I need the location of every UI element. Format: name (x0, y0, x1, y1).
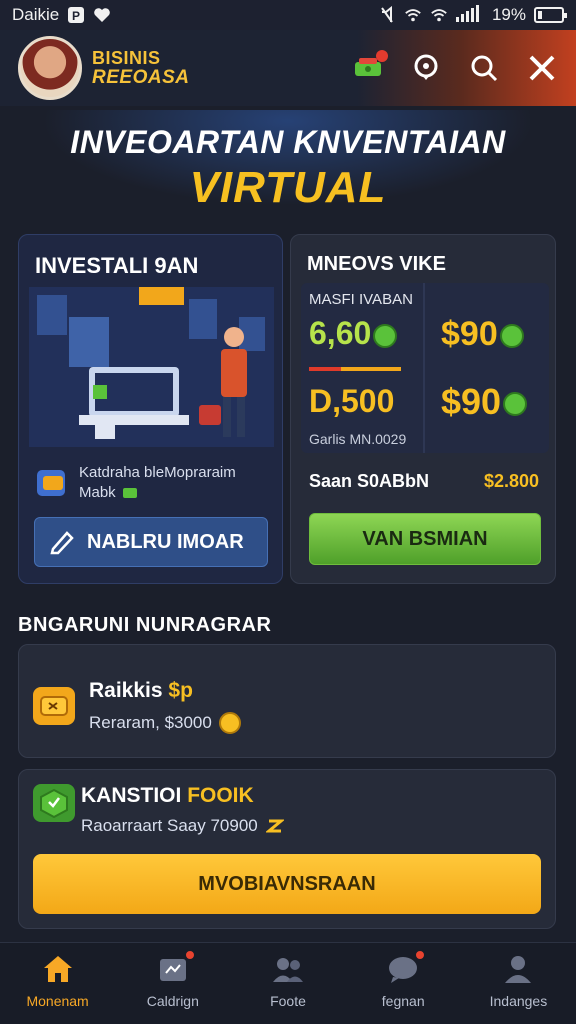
hero-title: INVEOARTAN KNVENTAIAN (70, 124, 506, 160)
price-value-d: $90 (441, 381, 528, 423)
prices-footnote: Garlis MN.0029 (309, 431, 407, 447)
nav-item-home[interactable]: Monenam (0, 943, 115, 1024)
invest-button[interactable]: NABLRU IMOAR (34, 517, 268, 567)
sale-label: Saan S0ABbN (309, 471, 430, 491)
section-title: BNGARUNI NUNRAGRAR (18, 614, 272, 636)
status-left: Daikie P (12, 5, 111, 25)
mute-icon (378, 6, 396, 24)
item-subtitle: Raoarraart Saay 70900 (81, 816, 284, 836)
coins-icon (218, 712, 241, 734)
list-item: KANSTIOI FOOIK Raoarraart Saay 70900 MVO… (18, 769, 556, 929)
status-right: 19% (378, 4, 567, 27)
money-icon (122, 488, 137, 498)
sale-row: Saan S0ABbN $2.800 (309, 471, 539, 492)
close-icon (529, 55, 555, 81)
bottom-nav: Monenam Caldrign Foote fegnan Indanges (0, 942, 576, 1024)
price-progress-fill (309, 367, 342, 371)
price-value-a: 6,60 (309, 315, 398, 352)
prices-panel: MASFI IVABAN 6,60 $90 D,500 $90 Garlis M… (301, 283, 549, 453)
heart-icon (93, 6, 111, 24)
battery-percent: 19% (491, 5, 526, 24)
coin-icon (503, 392, 528, 417)
price-value-b: $90 (441, 315, 524, 354)
bolt-icon (265, 819, 284, 833)
nav-label: fegnan (381, 993, 425, 1009)
buy-button[interactable]: VAN BSMIAN (309, 513, 541, 565)
nav-label: Indanges (489, 993, 548, 1009)
notification-dot (376, 50, 388, 62)
pencil-icon (50, 531, 74, 555)
chat-icon (386, 949, 427, 985)
price-value-c: D,500 (309, 383, 395, 419)
item-title: KANSTIOI FOOIK (81, 784, 254, 807)
header-actions (352, 50, 558, 84)
calendar-icon (156, 949, 196, 985)
people-icon (271, 953, 305, 985)
nav-item-people[interactable]: Foote (230, 943, 345, 1024)
location-pin-icon (414, 54, 438, 80)
search-button[interactable] (468, 52, 500, 84)
investment-illustration (29, 287, 274, 447)
investment-note-line1: Katdraha bleMopraraim (79, 464, 236, 481)
home-icon (41, 953, 75, 985)
profile-icon (501, 953, 535, 985)
prices-card: MNEOVS VIKE MASFI IVABAN 6,60 $90 D,500 … (290, 234, 556, 584)
item-subtitle: Reraram, $3000 (89, 711, 242, 735)
investment-note-line2: Mabk (79, 484, 116, 501)
investment-note: Katdraha bleMopraraim Mabk (35, 463, 236, 503)
list-item[interactable]: Raikkis $p Reraram, $3000 (18, 644, 556, 758)
ticket-icon (33, 687, 75, 725)
battery-level (538, 11, 542, 19)
notification-p-icon: P (67, 6, 85, 24)
location-button[interactable] (410, 52, 442, 84)
svg-text:P: P (72, 9, 80, 23)
sale-value: $2.800 (483, 471, 539, 491)
nav-item-chat[interactable]: fegnan (346, 943, 461, 1024)
wifi-2-icon (430, 6, 448, 24)
nav-item-profile[interactable]: Indanges (461, 943, 576, 1024)
signal-icon (455, 4, 484, 27)
prices-label: MASFI IVABAN (309, 291, 413, 308)
hero-banner: INVEOARTAN KNVENTAIAN VIRTUAL (0, 110, 576, 220)
brand-line1: BISINIS (92, 48, 161, 68)
wallet-icon (37, 470, 65, 496)
nav-label: Monenam (26, 993, 89, 1009)
nav-label: Caldrign (146, 993, 199, 1009)
price-progress-bar (309, 367, 401, 371)
prices-title: MNEOVS VIKE (307, 253, 446, 275)
nav-label: Foote (270, 993, 306, 1009)
search-icon (471, 55, 498, 82)
prices-divider (423, 283, 425, 453)
coin-icon (499, 324, 524, 349)
nav-badge (414, 949, 427, 961)
close-button[interactable] (526, 52, 558, 84)
status-app-name: Daikie (12, 5, 60, 24)
battery-icon (534, 7, 567, 23)
coin-icon (373, 323, 398, 348)
investment-title: INVESTALI 9AN (35, 253, 199, 278)
brand-line2: REEOASA (92, 67, 190, 88)
item-title: Raikkis $p (89, 679, 193, 702)
investment-card: INVESTALI 9AN Katdraha bleMopraraim Mabk… (18, 234, 283, 584)
cta-button[interactable]: MVOBIAVNSRAAN (33, 854, 541, 914)
nav-item-calendar[interactable]: Caldrign (115, 943, 230, 1024)
app-header: BISINIS REEOASA (0, 30, 576, 106)
brand-logo: BISINIS REEOASA (92, 48, 189, 88)
cash-notification-button[interactable] (352, 50, 388, 84)
wifi-icon (404, 6, 422, 24)
hero-subtitle: VIRTUAL (189, 163, 387, 212)
nav-badge (183, 949, 196, 961)
avatar[interactable] (18, 36, 82, 100)
invest-button-label: NABLRU IMOAR (87, 530, 244, 553)
cube-icon (33, 784, 75, 822)
status-bar: Daikie P 19% (0, 0, 576, 30)
